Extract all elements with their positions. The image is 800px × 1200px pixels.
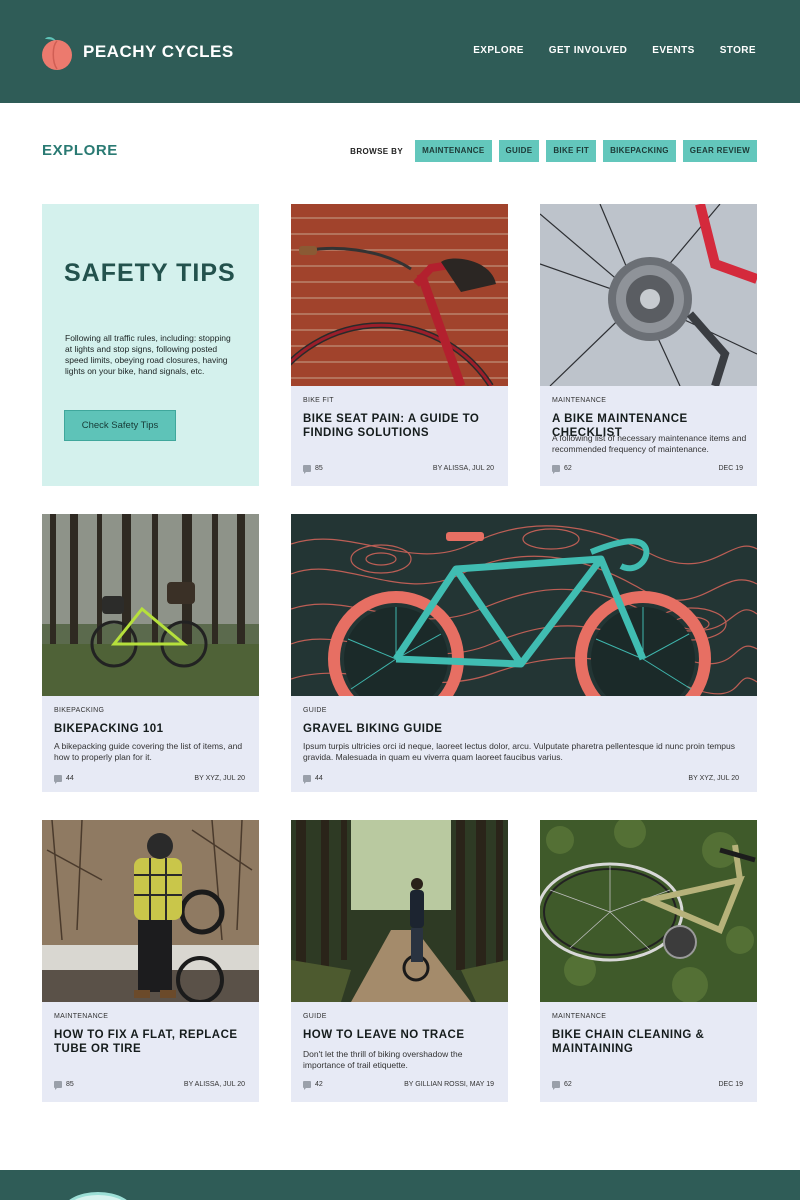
article-title[interactable]: HOW TO LEAVE NO TRACE (303, 1028, 498, 1042)
filter-maintenance[interactable]: MAINTENANCE (415, 140, 492, 162)
article-category: GUIDE (303, 1013, 327, 1020)
comment-count: 44 (66, 775, 74, 782)
article-title[interactable]: BIKEPACKING 101 (54, 722, 249, 736)
browse-label: BROWSE BY (350, 146, 404, 156)
peach-icon (42, 37, 72, 70)
article-card[interactable]: BIKEPACKING BIKEPACKING 101 A bikepackin… (42, 514, 259, 792)
filter-bikepacking[interactable]: BIKEPACKING (603, 140, 676, 162)
article-category: MAINTENANCE (54, 1013, 109, 1020)
article-card[interactable]: MAINTENANCE HOW TO FIX A FLAT, REPLACE T… (42, 820, 259, 1102)
comment-icon (552, 1081, 560, 1090)
article-meta: 42 BY GILLIAN ROSSI, MAY 19 (303, 1081, 494, 1090)
article-description: Ipsum turpis ultricies orci id neque, la… (303, 741, 736, 762)
article-title[interactable]: BIKE CHAIN CLEANING & MAINTAINING (552, 1028, 747, 1056)
safety-tips-card: SAFETY TIPS Following all traffic rules,… (42, 204, 259, 486)
brand-name: PEACHY CYCLES (83, 42, 234, 61)
article-image (42, 514, 259, 696)
article-byline: DEC 19 (718, 1081, 743, 1088)
filter-gear-review[interactable]: GEAR REVIEW (682, 140, 757, 162)
article-description: A following list of necessary maintenanc… (552, 433, 747, 454)
nav-get-involved[interactable]: GET INVOLVED (549, 45, 628, 56)
article-title[interactable]: GRAVEL BIKING GUIDE (303, 722, 747, 736)
nav-events[interactable]: EVENTS (652, 45, 694, 56)
article-meta: 44 BY XYZ, JUL 20 (303, 775, 739, 784)
article-description: A bikepacking guide covering the list of… (54, 741, 243, 762)
safety-title: SAFETY TIPS (64, 259, 236, 287)
check-safety-tips-button[interactable]: Check Safety Tips (64, 410, 176, 441)
article-image (540, 204, 757, 386)
article-category: GUIDE (303, 707, 327, 714)
comment-count: 62 (564, 1081, 572, 1088)
comment-icon (303, 1081, 311, 1090)
article-meta: 85 BY ALISSA, JUL 20 (303, 465, 494, 474)
footer-logo-mark (62, 1192, 134, 1200)
article-card[interactable]: GUIDE HOW TO LEAVE NO TRACE Don't let th… (291, 820, 508, 1102)
filter-guide[interactable]: GUIDE (498, 140, 540, 162)
comment-count: 42 (315, 1081, 323, 1088)
main-nav: EXPLORE GET INVOLVED EVENTS STORE (473, 45, 756, 56)
nav-store[interactable]: STORE (720, 45, 756, 56)
article-image (42, 820, 259, 1002)
comment-count: 44 (315, 775, 323, 782)
comment-count: 62 (564, 465, 572, 472)
article-byline: BY XYZ, JUL 20 (688, 775, 739, 782)
article-card[interactable]: MAINTENANCE A BIKE MAINTENANCE CHECKLIST… (540, 204, 757, 486)
nav-explore[interactable]: EXPLORE (473, 45, 524, 56)
article-card[interactable]: MAINTENANCE BIKE CHAIN CLEANING & MAINTA… (540, 820, 757, 1102)
article-image (291, 514, 757, 696)
article-card[interactable]: GUIDE GRAVEL BIKING GUIDE Ipsum turpis u… (291, 514, 757, 792)
comment-icon (303, 775, 311, 784)
article-meta: 62 DEC 19 (552, 1081, 743, 1090)
article-byline: BY GILLIAN ROSSI, MAY 19 (404, 1081, 494, 1088)
browse-filters: BROWSE BY MAINTENANCE GUIDE BIKE FIT BIK… (350, 140, 757, 162)
article-category: BIKE FIT (303, 397, 334, 404)
article-byline: BY ALISSA, JUL 20 (183, 1081, 245, 1088)
article-category: BIKEPACKING (54, 707, 105, 714)
comment-icon (54, 1081, 62, 1090)
article-image (291, 204, 508, 386)
article-title[interactable]: HOW TO FIX A FLAT, REPLACE TUBE OR TIRE (54, 1028, 249, 1056)
site-footer (0, 1170, 800, 1200)
article-category: MAINTENANCE (552, 397, 607, 404)
page-title: EXPLORE (42, 142, 118, 159)
safety-text: Following all traffic rules, including: … (65, 333, 231, 376)
comment-icon (54, 775, 62, 784)
brand-logo[interactable]: PEACHY CYCLES (40, 34, 234, 70)
article-meta: 44 BY XYZ, JUL 20 (54, 775, 245, 784)
article-card[interactable]: BIKE FIT BIKE SEAT PAIN: A GUIDE TO FIND… (291, 204, 508, 486)
article-image (540, 820, 757, 1002)
comment-icon (552, 465, 560, 474)
comment-count: 85 (66, 1081, 74, 1088)
article-description: Don't let the thrill of biking overshado… (303, 1049, 463, 1070)
article-meta: 85 BY ALISSA, JUL 20 (54, 1081, 245, 1090)
article-image (291, 820, 508, 1002)
article-byline: DEC 19 (718, 465, 743, 472)
comment-icon (303, 465, 311, 474)
article-title[interactable]: BIKE SEAT PAIN: A GUIDE TO FINDING SOLUT… (303, 412, 498, 440)
article-category: MAINTENANCE (552, 1013, 607, 1020)
comment-count: 85 (315, 465, 323, 472)
article-byline: BY ALISSA, JUL 20 (432, 465, 494, 472)
site-header: PEACHY CYCLES EXPLORE GET INVOLVED EVENT… (0, 0, 800, 103)
filter-bike-fit[interactable]: BIKE FIT (546, 140, 597, 162)
article-byline: BY XYZ, JUL 20 (194, 775, 245, 782)
article-meta: 62 DEC 19 (552, 465, 743, 474)
